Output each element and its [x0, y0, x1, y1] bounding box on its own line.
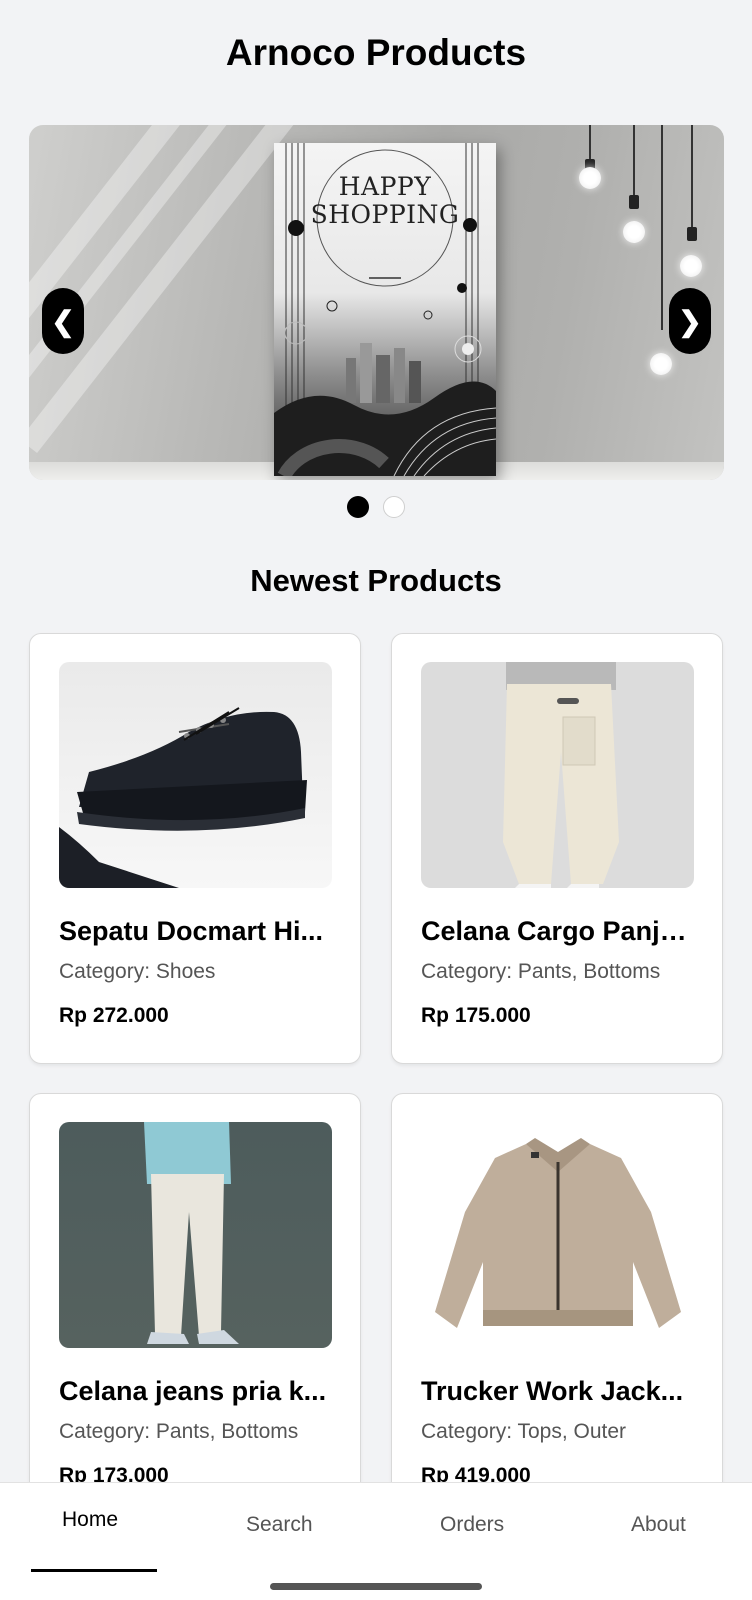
product-category: Category: Tops, Outer [421, 1420, 627, 1443]
product-price: Rp 175.000 [421, 1004, 531, 1027]
product-category: Category: Pants, Bottoms [421, 960, 661, 983]
system-home-indicator[interactable] [270, 1583, 482, 1590]
product-name[interactable]: Trucker Work Jack... [421, 1376, 696, 1407]
product-image [59, 1122, 332, 1348]
nav-tab-search[interactable]: Search [246, 1513, 313, 1537]
pendant-bulb [680, 255, 702, 277]
banner-poster-image: HAPPY SHOPPING [274, 143, 496, 476]
carousel-dot-2[interactable] [383, 496, 405, 518]
page-title: Arnoco Products [225, 32, 527, 73]
nav-active-indicator [31, 1569, 157, 1572]
promo-banner-carousel[interactable]: HAPPY SHOPPING ❮ ❯ [29, 125, 724, 480]
product-category: Category: Shoes [59, 960, 216, 983]
product-category: Category: Pants, Bottoms [59, 1420, 299, 1443]
poster-title-line2: SHOPPING [310, 200, 460, 229]
product-name[interactable]: Celana jeans pria k... [59, 1376, 334, 1407]
product-card[interactable]: Celana jeans pria k... Category: Pants, … [29, 1093, 361, 1513]
carousel-prev-button[interactable]: ❮ [42, 288, 84, 354]
light-ray [29, 125, 231, 424]
carousel-pagination [0, 496, 752, 518]
product-card[interactable]: Sepatu Docmart Hi... Category: Shoes Rp … [29, 633, 361, 1064]
bottom-navigation-bar: Home Search Orders About [0, 1482, 752, 1600]
pendant-cord [661, 125, 663, 330]
product-price: Rp 272.000 [59, 1004, 169, 1027]
pendant-cord [633, 125, 635, 197]
nav-tab-home[interactable]: Home [62, 1508, 118, 1532]
product-card[interactable]: Celana Cargo Panja... Category: Pants, B… [391, 633, 723, 1064]
poster-title: HAPPY SHOPPING [274, 173, 496, 229]
product-card[interactable]: Trucker Work Jack... Category: Tops, Out… [391, 1093, 723, 1513]
product-image [59, 662, 332, 888]
pendant-cord [589, 125, 591, 163]
pendant-bulb [650, 353, 672, 375]
product-name[interactable]: Celana Cargo Panja... [421, 916, 696, 947]
carousel-next-button[interactable]: ❯ [669, 288, 711, 354]
newest-products-heading: Newest Products [250, 563, 502, 598]
pendant-bulb [623, 221, 645, 243]
product-image [421, 1122, 694, 1348]
pendant-cap [629, 195, 639, 209]
product-image [421, 662, 694, 888]
carousel-dot-1[interactable] [347, 496, 369, 518]
pendant-cord [691, 125, 693, 230]
pendant-bulb [579, 167, 601, 189]
nav-tab-about[interactable]: About [631, 1513, 686, 1537]
nav-tab-orders[interactable]: Orders [440, 1513, 504, 1537]
poster-title-line1: HAPPY [338, 172, 432, 201]
product-name[interactable]: Sepatu Docmart Hi... [59, 916, 334, 947]
pendant-cap [687, 227, 697, 241]
